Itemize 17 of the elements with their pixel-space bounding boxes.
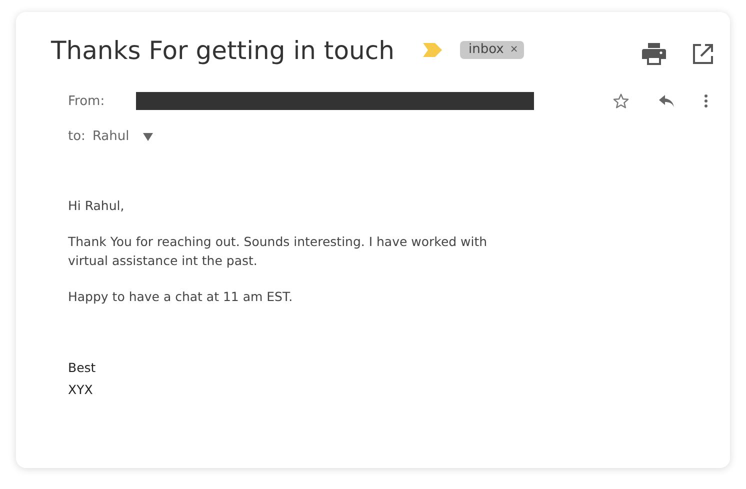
body-paragraph: Happy to have a chat at 11 am EST. xyxy=(68,288,294,306)
label-chip[interactable]: inbox × xyxy=(460,41,524,59)
star-icon[interactable] xyxy=(613,93,629,109)
recipient-name: Rahul xyxy=(92,129,130,144)
email-subject: Thanks For getting in touch xyxy=(51,36,394,64)
reply-icon[interactable] xyxy=(659,95,674,107)
dropdown-caret-icon[interactable] xyxy=(143,132,154,140)
remove-label-button[interactable]: × xyxy=(510,44,518,55)
print-icon[interactable] xyxy=(642,43,666,65)
body-paragraph: Thank You for reaching out. Sounds interesting. I have worked with virtual assistance int the past. xyxy=(68,233,488,270)
body-paragraph: Hi Rahul, xyxy=(68,197,126,215)
from-label: From: xyxy=(68,94,105,108)
open-in-new-window-icon[interactable] xyxy=(692,43,714,65)
signature: Best XYX xyxy=(68,359,97,399)
to-label: to: xyxy=(68,129,86,144)
more-options-icon[interactable] xyxy=(704,94,708,108)
importance-marker-icon[interactable] xyxy=(423,43,442,57)
